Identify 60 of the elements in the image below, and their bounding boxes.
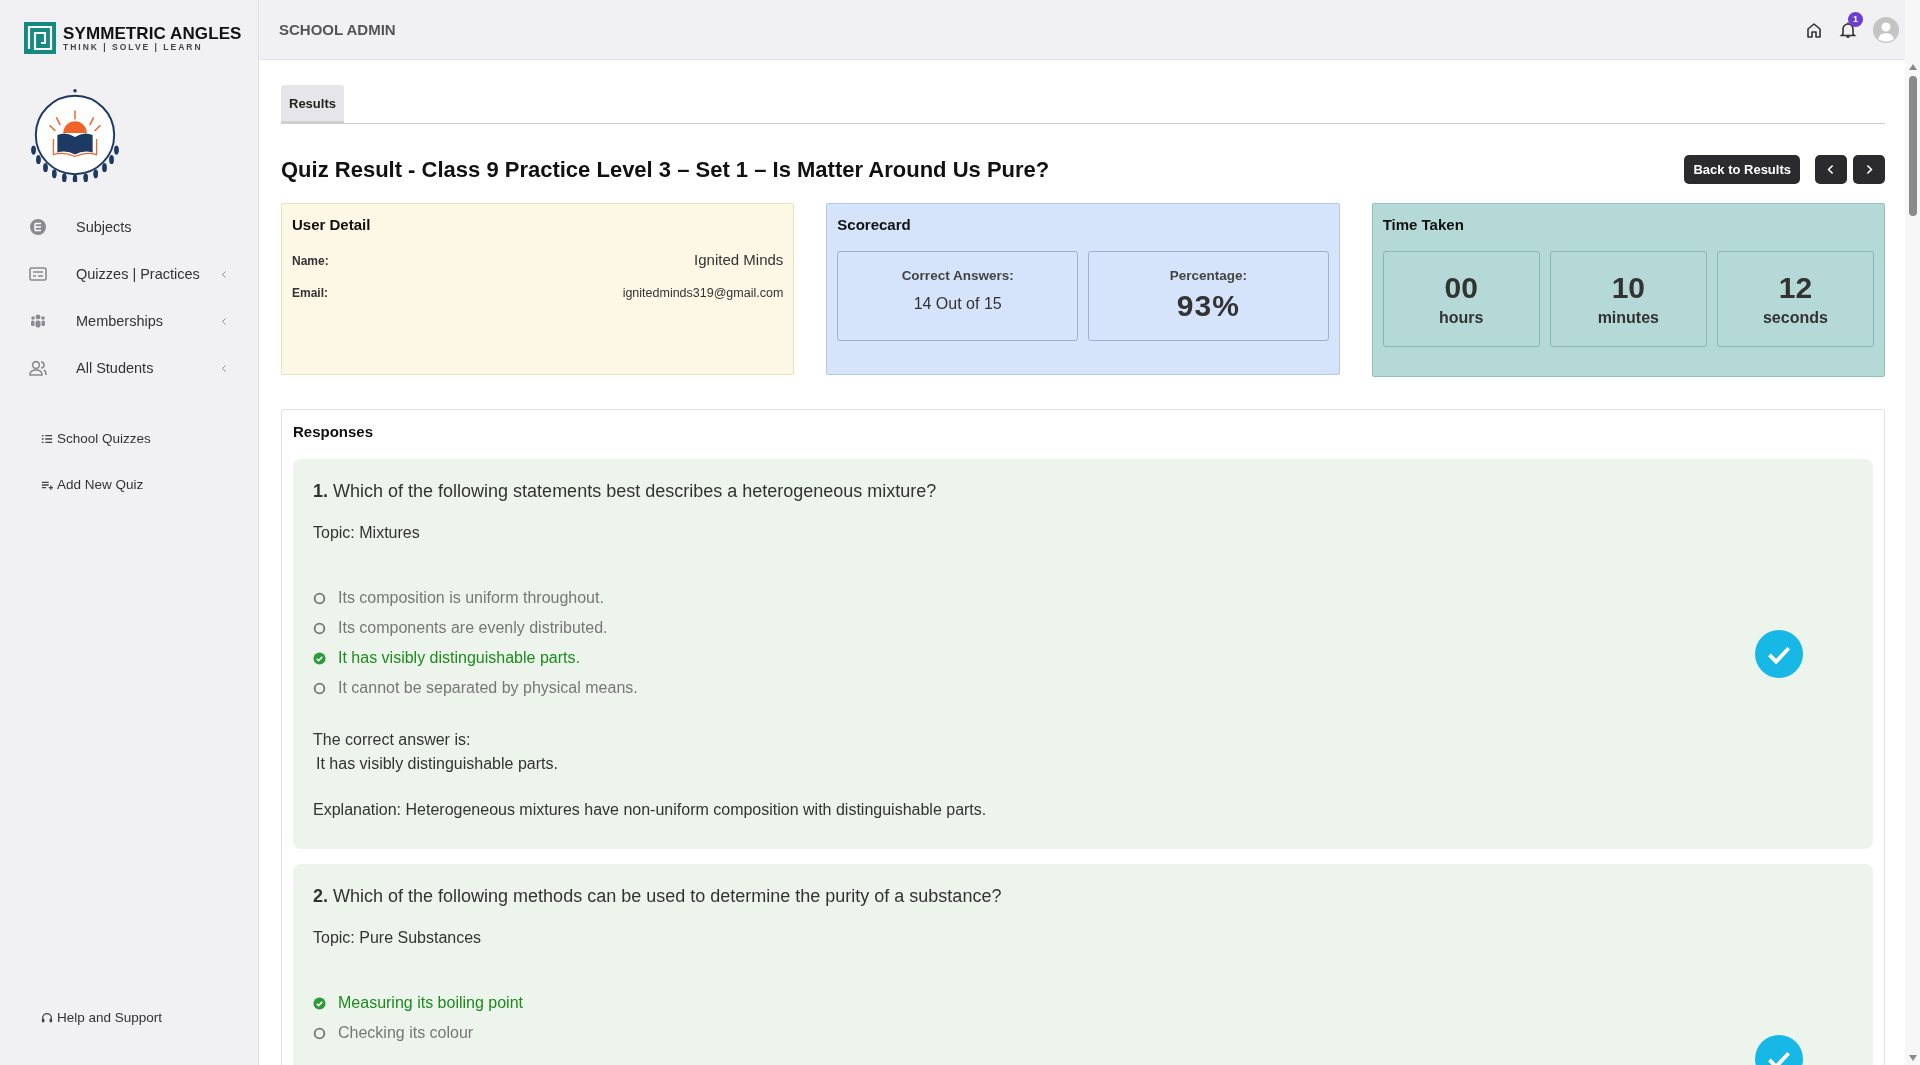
question-text: 1. Which of the following statements best describes a heterogeneous mixture?	[313, 481, 938, 502]
home-icon	[1805, 20, 1823, 39]
headset-icon	[41, 1011, 53, 1024]
chevron-left-icon	[1827, 164, 1835, 175]
bell-icon	[1839, 20, 1857, 39]
stat-value: 93%	[1176, 289, 1240, 323]
correct-answer: It has visibly distinguishable parts.	[315, 755, 559, 773]
chevron-right-icon	[1865, 164, 1873, 175]
card-title: Scorecard	[837, 216, 912, 233]
list-icon	[41, 432, 53, 445]
field-value: ignitedminds319@gmail.com	[622, 286, 784, 300]
previous-button[interactable]	[1815, 155, 1847, 184]
tab[interactable]: Results	[281, 85, 344, 123]
time-value: 00	[1444, 271, 1478, 305]
field-label: Name:	[292, 254, 329, 268]
nav-item[interactable]: Subjects	[29, 218, 227, 236]
sidebar-link[interactable]: School Quizzes	[41, 431, 151, 446]
sidebar-link[interactable]: Add New Quiz	[41, 477, 144, 492]
nav-item[interactable]: All Students	[29, 359, 227, 377]
back-button[interactable]: Back to Results	[1684, 155, 1800, 184]
option-text: It cannot be separated by physical means.	[338, 679, 638, 697]
help-link[interactable]: Help and Support	[41, 1010, 163, 1025]
answer-label: The correct answer is:	[313, 731, 472, 749]
time-value: 12	[1778, 271, 1813, 305]
stat-label: Correct Answers:	[901, 268, 1014, 283]
time-unit: hours	[1439, 309, 1484, 327]
time-value: 10	[1611, 271, 1645, 305]
scrollbar[interactable]	[1905, 0, 1920, 1065]
option-text: Checking its colour	[338, 1024, 474, 1042]
stat-value: 14 Out of 15	[913, 295, 1002, 313]
group-icon	[29, 312, 47, 330]
stat-label: Percentage:	[1169, 268, 1247, 283]
time-unit: seconds	[1762, 309, 1828, 327]
nav-item[interactable]: Quizzes | Practices	[29, 265, 227, 283]
option-text: Its composition is uniform throughout.	[338, 589, 604, 607]
option-text: Measuring its boiling point	[338, 994, 523, 1012]
option-text: Its components are evenly distributed.	[338, 619, 608, 637]
brand-name: SYMMETRIC ANGLES	[63, 24, 242, 42]
field-value: Ignited Minds	[694, 251, 784, 268]
question-topic: Topic: Mixtures	[313, 524, 421, 542]
option-text: It has visibly distinguishable parts.	[338, 649, 580, 667]
brand-tagline: THINK | SOLVE | LEARN	[63, 41, 204, 52]
list-circle-icon	[29, 218, 47, 236]
next-button[interactable]	[1853, 155, 1885, 184]
question-text: 2. Which of the following methods can be used to determine the purity of a substance?	[313, 886, 1003, 907]
explanation: Explanation: Heterogeneous mixtures have non-uniform composition with distinguishable parts.	[313, 801, 988, 819]
card-icon	[29, 265, 47, 283]
nav-item[interactable]: Memberships	[29, 312, 227, 330]
users-icon	[29, 359, 47, 377]
brand-logo-icon	[24, 22, 56, 54]
page-title: Quiz Result - Class 9 Practice Level 3 – Set 1 – Is Matter Around Us Pure?	[281, 156, 1050, 183]
app-section-title: SCHOOL ADMIN	[279, 21, 396, 38]
question-topic: Topic: Pure Substances	[313, 929, 483, 947]
section-title: Responses	[293, 423, 375, 440]
time-unit: minutes	[1597, 309, 1659, 327]
notification-count: 1	[1848, 11, 1863, 27]
field-label: Email:	[292, 286, 328, 300]
card-title: User Detail	[292, 216, 372, 233]
card-title: Time Taken	[1382, 216, 1465, 233]
avatar-icon	[1873, 16, 1899, 43]
